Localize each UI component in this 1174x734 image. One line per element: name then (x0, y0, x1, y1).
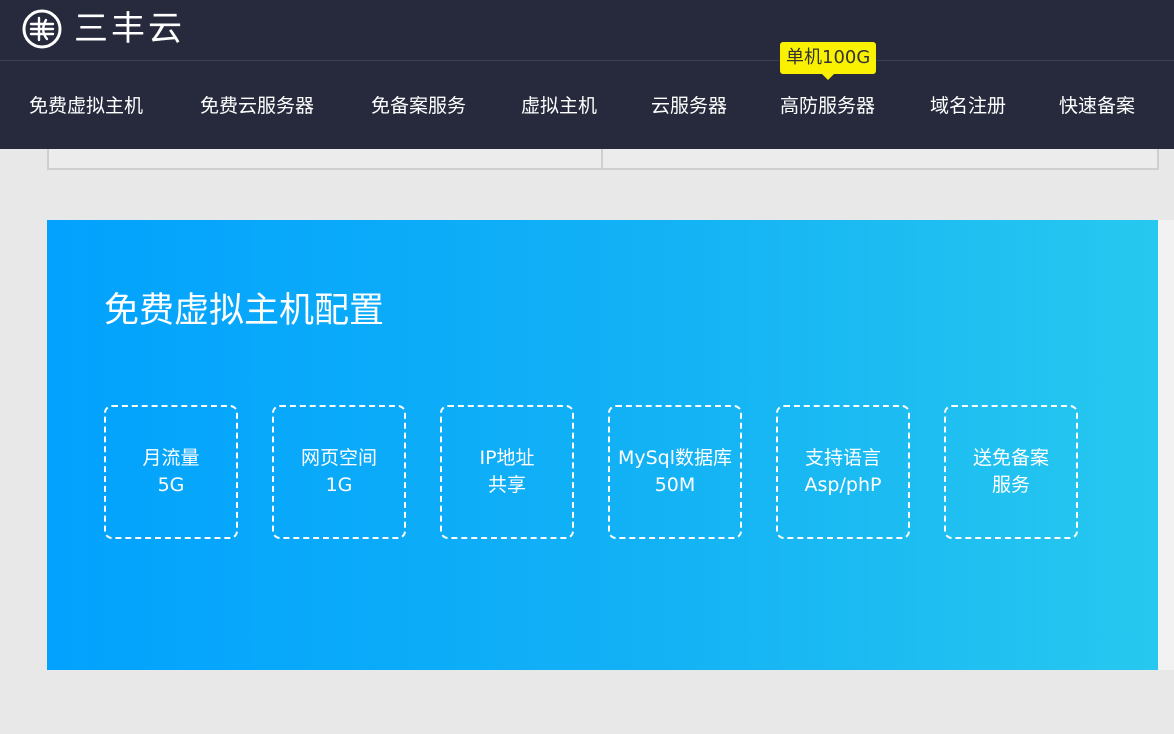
main-nav: 免费虚拟主机 免费云服务器 免备案服务 虚拟主机 云服务器 高防服务器 域名注册… (0, 61, 1174, 149)
feature-card-web-space: 网页空间 1G (272, 405, 406, 539)
feature-label: 网页空间 (300, 447, 377, 469)
feature-card-mysql: MySql数据库 50M (608, 405, 742, 539)
feature-value: Asp/phP (804, 474, 882, 496)
nav-item-no-filing-service[interactable]: 免备案服务 (371, 91, 466, 118)
nav-item-free-cloud-server[interactable]: 免费云服务器 (200, 91, 314, 118)
panel-title: 免费虚拟主机配置 (104, 291, 385, 331)
nav-item-cloud-server[interactable]: 云服务器 (651, 91, 727, 118)
feature-card-languages: 支持语言 Asp/phP (776, 405, 910, 539)
nav-item-domain-registration[interactable]: 域名注册 (930, 91, 1006, 118)
right-edge-strip (1158, 220, 1174, 670)
feature-value: 服务 (991, 474, 1030, 496)
config-panel: 免费虚拟主机配置 月流量 5G 网页空间 1G IP地址 共享 MySql数据库… (47, 220, 1158, 670)
site-logo[interactable]: 三丰云 (22, 9, 185, 49)
logo-text: 三丰云 (74, 9, 185, 49)
feature-card-filing-service: 送免备案 服务 (944, 405, 1078, 539)
sanfeng-logo-icon (22, 9, 62, 49)
feature-label: IP地址 (479, 447, 535, 469)
site-header: 三丰云 免费虚拟主机 免费云服务器 免备案服务 虚拟主机 云服务器 高防服务器 … (0, 0, 1174, 149)
table-divider (601, 149, 603, 168)
nav-item-virtual-host[interactable]: 虚拟主机 (521, 91, 597, 118)
logo-bar: 三丰云 (0, 0, 1174, 61)
feature-value: 共享 (487, 474, 526, 496)
feature-value: 1G (325, 474, 353, 496)
feature-card-traffic: 月流量 5G (104, 405, 238, 539)
feature-label: 支持语言 (804, 447, 881, 469)
nav-item-quick-filing[interactable]: 快速备案 (1059, 91, 1135, 118)
table-remnant (47, 149, 1159, 170)
feature-label: 送免备案 (972, 447, 1049, 469)
feature-value: 5G (157, 474, 185, 496)
feature-label: MySql数据库 (617, 447, 733, 469)
feature-value: 50M (654, 474, 696, 496)
nav-item-ddos-server[interactable]: 高防服务器 (780, 91, 875, 118)
feature-card-ip-address: IP地址 共享 (440, 405, 574, 539)
feature-label: 月流量 (142, 447, 200, 469)
nav-item-free-virtual-host[interactable]: 免费虚拟主机 (29, 91, 143, 118)
promo-badge: 单机100G (780, 42, 877, 80)
